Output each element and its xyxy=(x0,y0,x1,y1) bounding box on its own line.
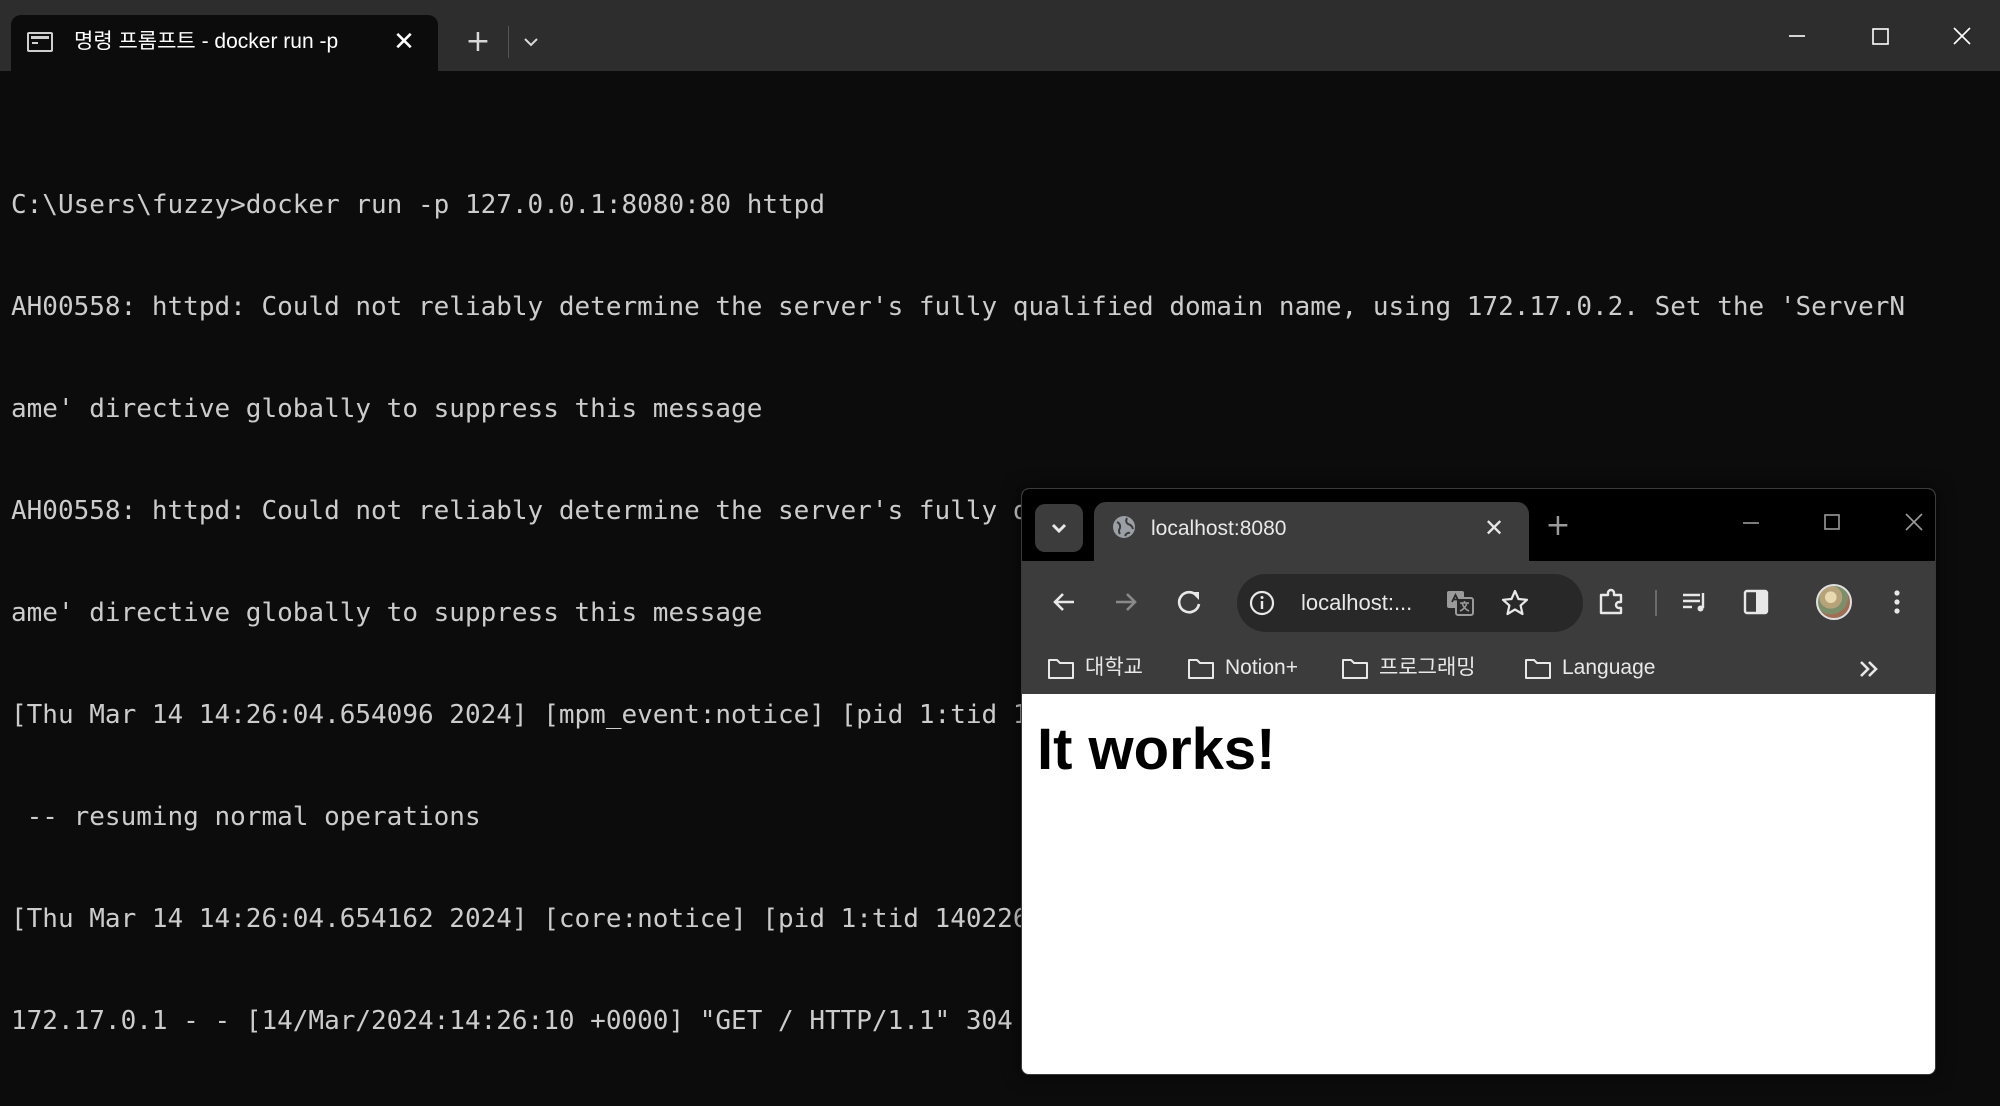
bookmark-folder-programming[interactable]: 프로그래밍 xyxy=(1340,651,1476,685)
command-prompt-icon xyxy=(27,32,53,52)
bookmark-folder-notion[interactable]: Notion+ xyxy=(1186,651,1298,685)
forward-arrow-icon[interactable] xyxy=(1104,580,1148,624)
extensions-puzzle-icon[interactable] xyxy=(1590,580,1634,624)
window-minimize-button[interactable] xyxy=(1772,14,1822,58)
back-arrow-icon[interactable] xyxy=(1042,580,1086,624)
page-content: It works! xyxy=(1022,694,1935,1074)
terminal-tab-close-icon[interactable]: ✕ xyxy=(389,27,419,57)
browser-window: localhost:8080 ✕ + localhost:... 대학교 Not… xyxy=(1021,488,1936,1075)
bookmark-folder-university[interactable]: 대학교 xyxy=(1046,651,1143,685)
tab-search-button[interactable] xyxy=(1035,504,1083,552)
browser-close-button[interactable] xyxy=(1892,503,1935,543)
site-info-icon[interactable] xyxy=(1247,588,1277,618)
bookmark-label: 대학교 xyxy=(1085,656,1143,679)
terminal-line: ame' directive globally to suppress this… xyxy=(11,394,763,424)
browser-toolbar: localhost:... xyxy=(1022,561,1935,643)
folder-icon xyxy=(1188,659,1214,679)
terminal-line: C:\Users\fuzzy>docker run -p 127.0.0.1:8… xyxy=(11,190,825,220)
more-menu-icon[interactable] xyxy=(1875,580,1919,624)
terminal-new-tab-button[interactable]: + xyxy=(460,24,496,60)
bookmark-label: Notion+ xyxy=(1225,656,1298,679)
browser-new-tab-button[interactable]: + xyxy=(1538,506,1578,546)
browser-tab-close-icon[interactable]: ✕ xyxy=(1479,513,1509,543)
bookmark-folder-language[interactable]: Language xyxy=(1523,651,1655,685)
terminal-tab[interactable]: 명령 프롬프트 - docker run -p ✕ xyxy=(11,15,438,71)
globe-icon xyxy=(1111,514,1137,540)
browser-minimize-button[interactable] xyxy=(1729,503,1773,543)
window-maximize-button[interactable] xyxy=(1855,14,1905,58)
browser-maximize-button[interactable] xyxy=(1810,503,1854,543)
profile-avatar[interactable] xyxy=(1816,584,1852,620)
side-panel-icon[interactable] xyxy=(1734,580,1778,624)
terminal-profile-dropdown-icon[interactable] xyxy=(515,26,547,58)
bookmarks-bar: 대학교 Notion+ 프로그래밍 Language xyxy=(1022,643,1935,694)
page-heading: It works! xyxy=(1037,717,1276,782)
folder-icon xyxy=(1525,659,1551,679)
titlebar-divider xyxy=(508,26,509,58)
terminal-line: AH00558: httpd: Could not reliably deter… xyxy=(11,292,1906,322)
address-bar[interactable]: localhost:... xyxy=(1237,574,1583,632)
toolbar-divider xyxy=(1655,590,1657,616)
browser-tab-strip: localhost:8080 ✕ + xyxy=(1022,489,1935,561)
terminal-tab-title: 명령 프롬프트 - docker run -p xyxy=(74,30,339,53)
terminal-titlebar: 명령 프롬프트 - docker run -p ✕ + xyxy=(0,0,2000,71)
folder-icon xyxy=(1342,659,1368,679)
bookmarks-overflow-chevron-icon[interactable] xyxy=(1851,652,1887,686)
folder-icon xyxy=(1048,659,1074,679)
browser-tab[interactable]: localhost:8080 ✕ xyxy=(1094,502,1529,561)
reload-icon[interactable] xyxy=(1167,580,1211,624)
bookmark-label: 프로그래밍 xyxy=(1379,656,1476,679)
media-controls-icon[interactable] xyxy=(1672,580,1716,624)
translate-icon[interactable] xyxy=(1444,587,1476,619)
bookmark-label: Language xyxy=(1562,656,1656,679)
bookmark-star-icon[interactable] xyxy=(1499,587,1531,619)
window-close-button[interactable] xyxy=(1937,14,1987,58)
browser-tab-title: localhost:8080 xyxy=(1151,517,1287,540)
address-bar-url: localhost:... xyxy=(1301,590,1413,615)
